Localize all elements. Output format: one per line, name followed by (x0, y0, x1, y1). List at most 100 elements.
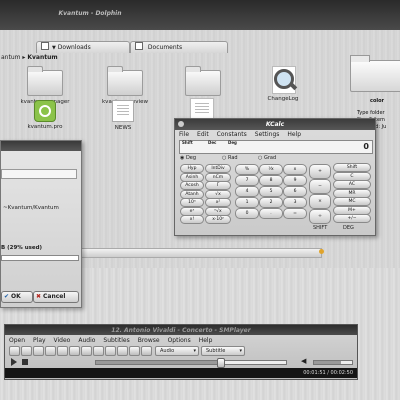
calc-key[interactable]: Hyp (180, 164, 204, 173)
toolbar-button[interactable] (57, 346, 68, 356)
toolbar-button[interactable] (33, 346, 44, 356)
calc-key[interactable]: x·10ʸ (205, 215, 231, 224)
calc-key[interactable]: Γ (205, 181, 231, 190)
close-tab-icon[interactable] (41, 42, 49, 50)
calc-key[interactable]: 7 (235, 175, 259, 186)
calc-key[interactable]: % (235, 164, 259, 175)
stop-icon[interactable] (21, 358, 29, 366)
calc-op-key[interactable]: × (309, 194, 331, 209)
play-icon[interactable] (9, 358, 19, 366)
calc-key[interactable]: 6 (283, 186, 307, 197)
mode-base: Dec (208, 140, 217, 145)
angle-deg-radio[interactable]: ◉ Deg (180, 155, 196, 161)
calc-op-key[interactable]: ÷ (309, 209, 331, 224)
menu-help[interactable]: Help (287, 131, 301, 138)
menu-settings[interactable]: Settings (255, 131, 280, 138)
calc-mem-key[interactable]: +/− (333, 214, 371, 223)
calc-key[interactable]: IntDiv (205, 164, 231, 173)
toolbar-button[interactable] (93, 346, 104, 356)
calc-mem-key[interactable]: AC (333, 180, 371, 189)
menu-play[interactable]: Play (33, 337, 46, 344)
tab-documents[interactable]: Documents (130, 41, 228, 53)
menu-audio[interactable]: Audio (78, 337, 95, 344)
angle-rad-radio[interactable]: ○ Rad (222, 155, 238, 161)
menu-edit[interactable]: Edit (197, 131, 209, 138)
smplayer-titlebar[interactable]: 12. Antonio Vivaldi - Concerto - SMPlaye… (5, 325, 357, 335)
calc-key[interactable]: 10ˣ (180, 198, 204, 207)
dialog-titlebar[interactable] (1, 141, 81, 151)
properties-dialog: ~Kvantum/Kvantum B (29% used) ✔ OK ✖ Cance… (0, 140, 82, 308)
angle-grad-radio[interactable]: ○ Grad (258, 155, 276, 161)
display-value: 0 (363, 142, 369, 151)
name-field[interactable] (1, 169, 77, 179)
volume-icon[interactable]: ◀ (301, 357, 311, 365)
audio-select-label: Audio (160, 348, 175, 354)
toolbar-button[interactable] (45, 346, 56, 356)
calc-key[interactable]: x! (180, 215, 204, 224)
seek-handle[interactable] (216, 358, 225, 368)
volume-slider[interactable] (313, 360, 353, 365)
calc-key[interactable]: x² (205, 198, 231, 207)
toolbar-button[interactable] (9, 346, 20, 356)
subtitle-select[interactable]: Subtitle ▾ (201, 346, 245, 356)
menu-video[interactable]: Video (54, 337, 71, 344)
calc-op-key[interactable]: − (309, 179, 331, 194)
menu-open[interactable]: Open (9, 337, 25, 344)
menu-subtitles[interactable]: Subtitles (103, 337, 129, 344)
menu-help[interactable]: Help (199, 337, 213, 344)
menu-file[interactable]: File (179, 131, 189, 138)
item-label: ChangeLog (267, 96, 299, 102)
calc-key[interactable]: 9 (283, 175, 307, 186)
breadcrumb-item[interactable]: antum (1, 54, 20, 61)
calc-key[interactable]: 4 (235, 186, 259, 197)
calc-key[interactable]: ⅟x (259, 164, 283, 175)
cancel-button[interactable]: ✖ Cancel (33, 291, 79, 303)
check-icon: ✔ (4, 293, 10, 300)
menu-constants[interactable]: Constants (217, 131, 247, 138)
ok-label: OK (11, 293, 21, 300)
calc-key[interactable]: 8 (259, 175, 283, 186)
dolphin-titlebar[interactable]: Kvantum - Dolphin (0, 0, 400, 30)
toolbar-button[interactable] (141, 346, 152, 356)
calc-op-key[interactable]: + (309, 164, 331, 179)
usage-text: B (29% used) (1, 245, 43, 251)
calc-key[interactable]: 3 (283, 197, 307, 208)
toolbar-button[interactable] (81, 346, 92, 356)
calc-key[interactable]: = (283, 208, 307, 219)
toolbar-button[interactable] (69, 346, 80, 356)
calc-key[interactable]: 0 (235, 208, 259, 219)
calc-display: Shift Dec Deg 0 (179, 140, 373, 154)
ok-button[interactable]: ✔ OK (1, 291, 33, 303)
menu-options[interactable]: Options (168, 337, 191, 344)
calc-key[interactable]: 1 (235, 197, 259, 208)
calc-key[interactable]: 2 (259, 197, 283, 208)
toolbar-button[interactable] (105, 346, 116, 356)
smplayer-window: 12. Antonio Vivaldi - Concerto - SMPlaye… (4, 324, 358, 380)
toolbar-button[interactable] (117, 346, 128, 356)
item-label: NEWS (114, 125, 132, 131)
calc-key[interactable]: Acosh (180, 181, 204, 190)
calc-mem-key[interactable]: MC (333, 197, 371, 206)
file-item[interactable]: NEWS (88, 100, 158, 131)
breadcrumb: antum ▸ Kvantum (0, 53, 400, 63)
file-item[interactable]: kvantum.pro (10, 100, 80, 130)
preview-folder-icon (350, 52, 400, 92)
menu-browse[interactable]: Browse (138, 337, 160, 344)
status-shift: SHIFT (313, 225, 328, 231)
kcalc-titlebar[interactable]: KCalc (175, 119, 375, 130)
time-display: 00:01:51 / 00:02:50 (303, 370, 353, 376)
calc-key[interactable]: . (259, 208, 283, 219)
seek-bar[interactable] (95, 358, 287, 368)
breadcrumb-item[interactable]: Kvantum (27, 54, 57, 61)
toolbar-button[interactable] (129, 346, 140, 356)
audio-select[interactable]: Audio ▾ (155, 346, 199, 356)
toolbar-button[interactable] (21, 346, 32, 356)
file-item[interactable]: ChangeLog (248, 66, 318, 102)
chevron-down-icon: ▾ (193, 348, 196, 354)
calc-key[interactable]: 5 (259, 186, 283, 197)
calc-key[interactable]: x (283, 164, 307, 175)
close-tab-icon[interactable] (135, 42, 143, 50)
calc-mem-key[interactable]: Shift (333, 163, 371, 172)
tab-downloads[interactable]: ▼ Downloads (36, 41, 130, 53)
mode-angle: Deg (228, 140, 237, 145)
